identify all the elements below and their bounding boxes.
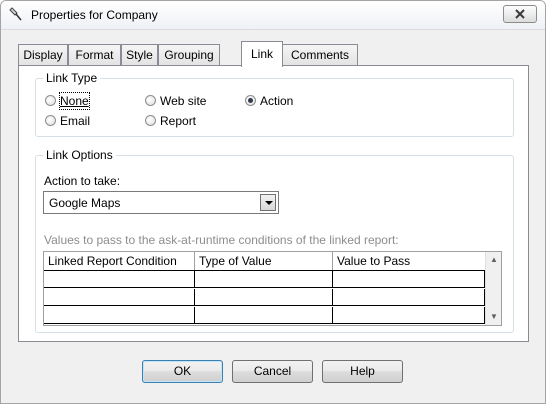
tab-display[interactable]: Display xyxy=(18,44,68,65)
pin-icon xyxy=(8,6,24,22)
window-title: Properties for Company xyxy=(31,8,158,22)
scroll-down-icon[interactable]: ▼ xyxy=(486,309,502,325)
radio-email-label: Email xyxy=(60,114,91,128)
grid-cell[interactable] xyxy=(44,289,195,306)
grid-cell[interactable] xyxy=(333,271,485,288)
grid-cell[interactable] xyxy=(195,307,333,324)
tab-style[interactable]: Style xyxy=(121,44,158,65)
column-header-linked-report-condition[interactable]: Linked Report Condition xyxy=(44,252,195,270)
link-type-legend: Link Type xyxy=(43,71,101,85)
grid-header: Linked Report Condition Type of Value Va… xyxy=(44,252,485,271)
radio-email[interactable]: Email xyxy=(45,113,105,129)
table-row[interactable] xyxy=(44,271,485,288)
radio-web-site[interactable]: Web site xyxy=(145,93,225,109)
action-to-take-label: Action to take: xyxy=(44,174,121,188)
table-row[interactable] xyxy=(44,307,485,324)
tab-comments[interactable]: Comments xyxy=(282,44,358,65)
radio-email-indicator[interactable] xyxy=(45,115,56,126)
action-dropdown[interactable]: Google Maps xyxy=(43,191,279,214)
title-bar[interactable]: Properties for Company xyxy=(1,1,545,30)
conditions-grid[interactable]: Linked Report Condition Type of Value Va… xyxy=(43,251,502,326)
link-options-legend: Link Options xyxy=(43,148,116,162)
radio-web-site-label: Web site xyxy=(160,94,207,108)
dialog-body: Display Format Style Grouping Link Comme… xyxy=(1,30,545,403)
close-button[interactable] xyxy=(503,5,537,23)
properties-dialog: Properties for Company Display Format St… xyxy=(0,0,546,404)
radio-none[interactable]: None xyxy=(45,92,105,110)
radio-report[interactable]: Report xyxy=(145,113,225,129)
close-icon xyxy=(515,9,525,19)
radio-action[interactable]: Action xyxy=(245,93,325,109)
table-row[interactable] xyxy=(44,289,485,306)
radio-web-site-indicator[interactable] xyxy=(145,95,156,106)
column-header-type-of-value[interactable]: Type of Value xyxy=(195,252,333,270)
column-header-value-to-pass[interactable]: Value to Pass xyxy=(333,252,485,270)
grid-cell[interactable] xyxy=(195,271,333,288)
grid-cell[interactable] xyxy=(333,289,485,306)
tab-link[interactable]: Link xyxy=(241,41,283,67)
grid-cell[interactable] xyxy=(44,307,195,324)
grid-cell[interactable] xyxy=(44,271,195,288)
chevron-down-icon[interactable] xyxy=(260,194,276,211)
radio-action-label: Action xyxy=(260,94,294,108)
values-to-pass-label: Values to pass to the ask-at-runtime con… xyxy=(44,233,399,247)
link-type-group: Link Type None Web site Action Email Rep… xyxy=(35,71,514,137)
radio-action-indicator[interactable] xyxy=(245,95,256,106)
radio-none-label: None xyxy=(59,92,90,110)
scroll-up-icon[interactable]: ▲ xyxy=(486,252,502,268)
grid-cell[interactable] xyxy=(333,307,485,324)
radio-report-indicator[interactable] xyxy=(145,115,156,126)
tab-grouping[interactable]: Grouping xyxy=(158,44,220,65)
help-button[interactable]: Help xyxy=(322,360,403,383)
radio-report-label: Report xyxy=(160,114,197,128)
ok-button[interactable]: OK xyxy=(142,360,223,383)
tab-format[interactable]: Format xyxy=(68,44,121,65)
grid-scrollbar[interactable]: ▲ ▼ xyxy=(485,252,501,325)
grid-cell[interactable] xyxy=(195,289,333,306)
action-dropdown-value: Google Maps xyxy=(49,196,121,210)
cancel-button[interactable]: Cancel xyxy=(232,360,313,383)
radio-none-indicator[interactable] xyxy=(45,95,56,106)
